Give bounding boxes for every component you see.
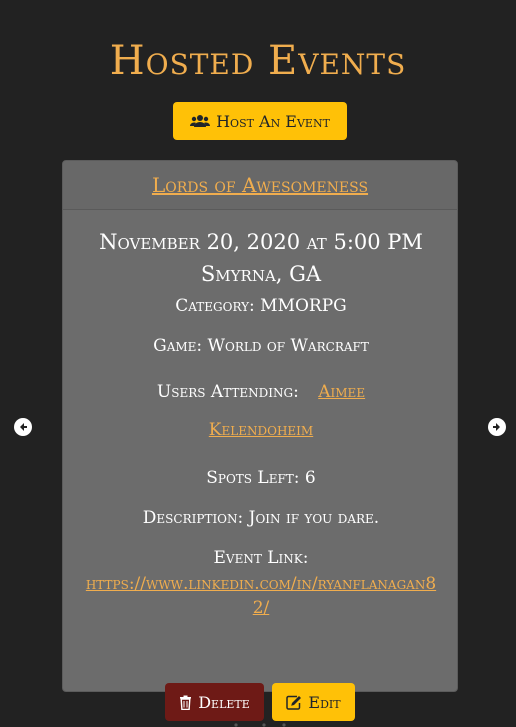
event-category: Category: MMORPG <box>175 296 347 316</box>
delete-label: Delete <box>198 692 250 712</box>
host-event-button[interactable]: Host An Event <box>173 102 347 140</box>
arrow-right-icon <box>493 423 500 431</box>
users-attending-label: Users Attending: <box>156 382 299 402</box>
event-description: Description: Join if you dare. <box>142 508 380 528</box>
carousel-next-button[interactable] <box>488 418 506 436</box>
edit-button[interactable]: Edit <box>272 683 355 721</box>
event-card: Lords of Awesomeness November 20, 2020 a… <box>62 160 459 721</box>
event-link-url[interactable]: https://www.linkedin.com/in/ryanflanagan… <box>86 574 436 618</box>
users-attending-row: Users Attending: Aimee <box>63 382 459 402</box>
edit-icon <box>286 695 302 710</box>
users-attending-row-2: Kelendoheim <box>63 420 459 440</box>
arrow-left-icon <box>20 423 27 431</box>
host-event-label: Host An Event <box>216 111 330 131</box>
event-name-link[interactable]: Lords of Awesomeness <box>152 173 368 197</box>
edit-label: Edit <box>308 692 341 712</box>
attending-user-link[interactable]: Aimee <box>318 382 365 402</box>
event-card-body: November 20, 2020 at 5:00 PM Smyrna, GA … <box>63 210 459 721</box>
page-title: Hosted Events <box>109 38 407 84</box>
carousel-indicator <box>234 723 286 727</box>
event-card-header: Lords of Awesomeness <box>63 161 457 210</box>
event-datetime: November 20, 2020 at 5:00 PM <box>99 230 423 254</box>
trash-icon <box>180 695 192 710</box>
event-game: Game: World of Warcraft <box>153 336 369 356</box>
carousel-prev-button[interactable] <box>14 418 32 436</box>
event-location: Smyrna, GA <box>200 262 322 286</box>
users-icon <box>190 115 211 127</box>
event-link-label: Event Link: <box>213 548 309 568</box>
hosted-events-page: Hosted Events Host An Event Lords of Awe… <box>0 0 516 727</box>
spots-left: Spots Left: 6 <box>206 468 316 488</box>
attending-user-link[interactable]: Kelendoheim <box>209 420 313 440</box>
event-link-row: https://www.linkedin.com/in/ryanflanagan… <box>63 572 459 620</box>
delete-button[interactable]: Delete <box>165 683 264 721</box>
